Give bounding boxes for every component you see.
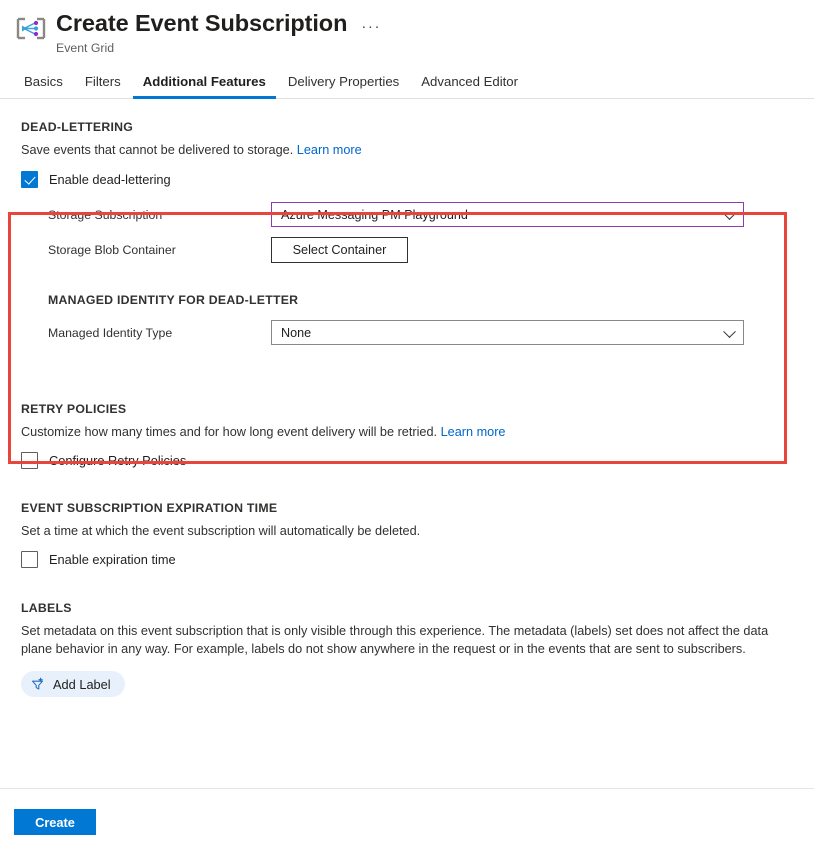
enable-expiration-time-checkbox-row[interactable]: Enable expiration time	[21, 551, 814, 568]
footer-divider	[0, 788, 814, 789]
storage-blob-container-row: Storage Blob Container Select Container	[21, 237, 814, 263]
retry-policies-description: Customize how many times and for how lon…	[21, 423, 814, 441]
storage-subscription-value: Azure Messaging PM Playground	[281, 207, 468, 222]
enable-dead-lettering-checkbox[interactable]	[21, 171, 38, 188]
labels-description-line-2: behavior in any way. For example, labels…	[55, 642, 746, 656]
select-container-button[interactable]: Select Container	[271, 237, 408, 263]
add-label-row: Add Label	[21, 671, 814, 697]
storage-blob-container-label: Storage Blob Container	[48, 243, 176, 257]
page-title: Create Event Subscription	[56, 10, 348, 36]
managed-identity-type-label: Managed Identity Type	[48, 325, 173, 340]
configure-retry-policies-checkbox-row[interactable]: Configure Retry Policies	[21, 452, 814, 469]
storage-subscription-dropdown[interactable]: Azure Messaging PM Playground	[271, 202, 744, 227]
dead-lettering-title: DEAD-LETTERING	[21, 120, 134, 134]
managed-identity-type-value: None	[281, 325, 312, 340]
labels-description: Set metadata on this event subscription …	[21, 622, 781, 658]
tab-additional-features[interactable]: Additional Features	[132, 73, 277, 99]
storage-subscription-label: Storage Subscription	[48, 207, 163, 222]
dead-lettering-description: Save events that cannot be delivered to …	[21, 141, 814, 159]
enable-expiration-time-checkbox[interactable]	[21, 551, 38, 568]
managed-identity-subsection: MANAGED IDENTITY FOR DEAD-LETTER Managed…	[21, 293, 814, 345]
dead-lettering-learn-more-link[interactable]: Learn more	[297, 143, 362, 157]
tab-basics[interactable]: Basics	[13, 73, 74, 99]
enable-dead-lettering-checkbox-row[interactable]: Enable dead-lettering	[21, 171, 814, 188]
retry-policies-description-text: Customize how many times and for how lon…	[21, 425, 438, 439]
page-subtitle: Event Grid	[56, 41, 115, 55]
retry-policies-title: RETRY POLICIES	[21, 402, 127, 416]
add-label-filter-icon	[31, 677, 45, 691]
labels-section: LABELS Set metadata on this event subscr…	[0, 601, 814, 697]
dead-lettering-section: DEAD-LETTERING Save events that cannot b…	[0, 99, 814, 345]
expiration-time-section: EVENT SUBSCRIPTION EXPIRATION TIME Set a…	[0, 501, 814, 568]
managed-identity-type-dropdown[interactable]: None	[271, 320, 744, 345]
enable-dead-lettering-label: Enable dead-lettering	[49, 172, 171, 187]
create-button[interactable]: Create	[14, 809, 96, 835]
configure-retry-policies-label: Configure Retry Policies	[49, 453, 187, 468]
blade-header: Create Event Subscription ··· Event Grid…	[0, 0, 814, 99]
configure-retry-policies-checkbox[interactable]	[21, 452, 38, 469]
expiration-time-title: EVENT SUBSCRIPTION EXPIRATION TIME	[21, 501, 278, 515]
add-label-button-text: Add Label	[53, 676, 111, 692]
blade-content: DEAD-LETTERING Save events that cannot b…	[0, 99, 814, 697]
retry-policies-learn-more-link[interactable]: Learn more	[441, 425, 506, 439]
labels-title: LABELS	[21, 601, 72, 615]
dead-lettering-description-text: Save events that cannot be delivered to …	[21, 143, 294, 157]
add-label-button[interactable]: Add Label	[21, 671, 125, 697]
expiration-time-description: Set a time at which the event subscripti…	[21, 524, 421, 538]
tab-delivery-properties[interactable]: Delivery Properties	[277, 73, 410, 99]
create-event-subscription-blade: Create Event Subscription ··· Event Grid…	[0, 0, 814, 846]
title-block: Create Event Subscription ··· Event Grid	[56, 8, 381, 56]
storage-subscription-row: Storage Subscription Azure Messaging PM …	[21, 202, 814, 227]
title-row: Create Event Subscription ··· Event Grid	[0, 8, 814, 56]
chevron-down-icon	[723, 206, 736, 220]
managed-identity-title: MANAGED IDENTITY FOR DEAD-LETTER	[48, 293, 299, 307]
event-grid-icon	[14, 12, 48, 46]
more-options-icon[interactable]: ···	[361, 19, 381, 34]
storage-subscription-control: Azure Messaging PM Playground	[271, 202, 744, 227]
tab-bar: Basics Filters Additional Features Deliv…	[0, 69, 814, 99]
tab-filters[interactable]: Filters	[74, 73, 132, 99]
enable-expiration-time-label: Enable expiration time	[49, 552, 176, 567]
chevron-down-icon	[723, 324, 736, 338]
managed-identity-type-row: Managed Identity Type None	[21, 320, 814, 345]
retry-policies-section: RETRY POLICIES Customize how many times …	[0, 402, 814, 469]
managed-identity-type-control: None	[271, 320, 744, 345]
storage-blob-container-control: Select Container	[271, 237, 408, 263]
tab-advanced-editor[interactable]: Advanced Editor	[410, 73, 529, 99]
